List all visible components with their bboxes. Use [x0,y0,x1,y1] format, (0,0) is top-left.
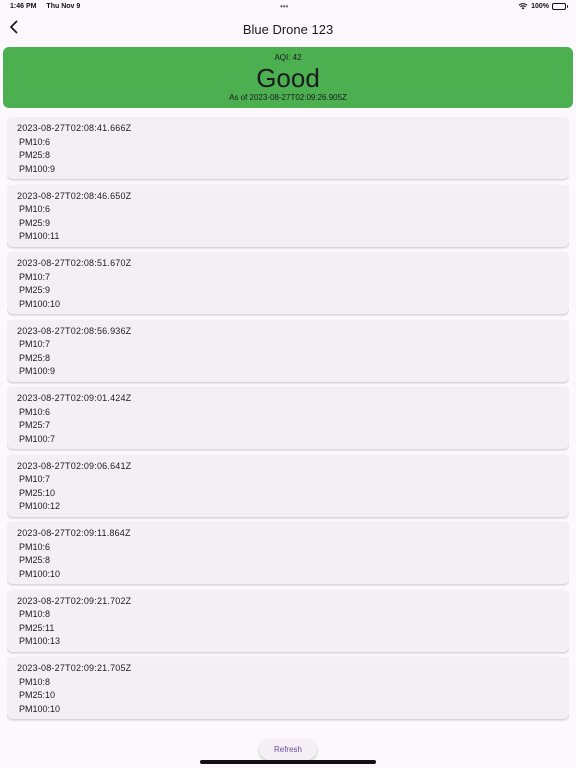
reading-card[interactable]: 2023-08-27T02:08:51.670Z PM10:7 PM25:9 P… [7,252,569,314]
reading-pm25: PM25:10 [19,690,56,700]
status-right: 100% [518,2,568,10]
reading-time: 2023-08-27T02:09:21.702Z [17,595,132,606]
reading-pm100: PM100:10 [19,298,61,309]
app-bar: Blue Drone 123 [0,14,576,46]
reading-pm25: PM25:8 [19,150,51,160]
reading-pm10: PM10:7 [19,474,51,484]
reading-time: 2023-08-27T02:08:46.650Z [17,190,132,201]
reading-pm10: PM10:6 [19,541,51,552]
reading-pm100: PM100:7 [19,433,56,444]
reading-pm100: PM100:10 [19,568,61,579]
reading-pm25: PM25:8 [19,555,51,565]
reading-pm10: PM10:8 [19,609,51,619]
status-bar: 1:46 PM Thu Nov 9 ••• 100% [0,0,576,14]
readings-list[interactable]: 2023-08-27T02:08:41.666Z PM10:6 PM25:8 P… [7,117,569,727]
page-title: Blue Drone 123 [242,22,334,37]
reading-pm100: PM100:9 [19,366,56,376]
reading-time: 2023-08-27T02:09:11.864Z [17,528,131,538]
reading-pm100: PM100:10 [19,703,61,714]
bottom-bar: Refresh [0,727,576,768]
reading-pm10: PM10:6 [19,406,51,417]
reading-card[interactable]: 2023-08-27T02:09:11.864Z PM10:6 PM25:8 P… [7,522,569,584]
reading-time: 2023-08-27T02:08:56.936Z [17,325,132,336]
reading-pm25: PM25:9 [19,285,51,295]
reading-time: 2023-08-27T02:08:51.670Z [17,258,132,268]
reading-pm100: PM100:13 [19,636,61,646]
reading-pm10: PM10:7 [19,339,51,349]
status-date: Thu Nov 9 [46,3,81,10]
reading-pm10: PM10:8 [19,676,51,687]
reading-card[interactable]: 2023-08-27T02:08:41.666Z PM10:6 PM25:8 P… [7,117,569,179]
reading-time: 2023-08-27T02:09:01.424Z [17,393,132,403]
battery-icon [552,2,568,10]
battery-percent: 100% [531,2,549,10]
reading-time: 2023-08-27T02:09:21.705Z [17,663,132,673]
multitasking-dots[interactable]: ••• [280,2,288,11]
wifi-icon [518,2,528,10]
home-indicator[interactable] [200,760,376,764]
reading-card[interactable]: 2023-08-27T02:08:56.936Z PM10:7 PM25:8 P… [7,319,569,382]
reading-pm10: PM10:6 [19,204,51,214]
reading-time: 2023-08-27T02:08:41.666Z [17,123,132,133]
aqi-status: Good [256,63,320,93]
status-left: 1:46 PM Thu Nov 9 [10,3,80,10]
reading-card[interactable]: 2023-08-27T02:08:46.650Z PM10:6 PM25:9 P… [7,184,569,247]
reading-pm25: PM25:7 [19,420,51,430]
aqi-as-of: As of 2023-08-27T02:09:26.905Z [229,93,347,102]
reading-pm10: PM10:7 [19,271,51,282]
reading-pm25: PM25:10 [19,487,56,498]
aqi-value: AQI: 42 [274,53,302,62]
refresh-button[interactable]: Refresh [259,739,317,760]
reading-pm25: PM25:11 [19,622,55,633]
reading-time: 2023-08-27T02:09:06.641Z [17,460,132,471]
reading-card[interactable]: 2023-08-27T02:09:06.641Z PM10:7 PM25:10 … [7,454,569,517]
reading-pm25: PM25:8 [19,352,51,363]
reading-card[interactable]: 2023-08-27T02:09:21.702Z PM10:8 PM25:11 … [7,589,569,652]
reading-pm100: PM100:11 [19,231,60,241]
aqi-banner: AQI: 42 Good As of 2023-08-27T02:09:26.9… [3,47,573,108]
reading-card[interactable]: 2023-08-27T02:09:01.424Z PM10:6 PM25:7 P… [7,387,569,449]
status-time: 1:46 PM [10,3,37,10]
reading-pm100: PM100:9 [19,163,56,174]
reading-pm25: PM25:9 [19,217,51,228]
reading-pm100: PM100:12 [19,501,61,511]
reading-card[interactable]: 2023-08-27T02:09:21.705Z PM10:8 PM25:10 … [7,657,569,719]
reading-pm10: PM10:6 [19,136,51,147]
